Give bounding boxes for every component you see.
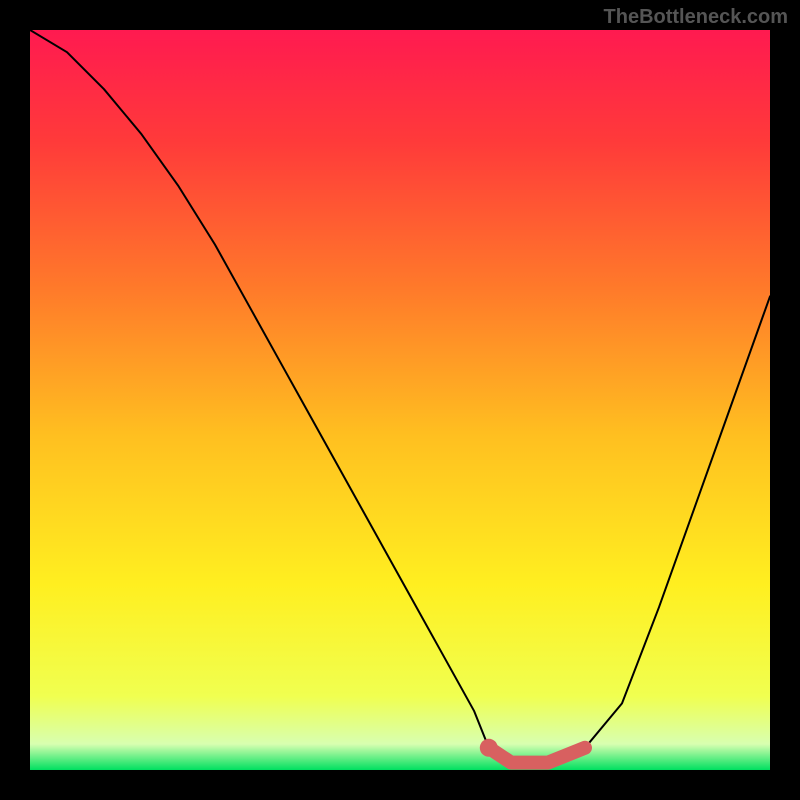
watermark-text: TheBottleneck.com xyxy=(604,6,788,29)
bottleneck-chart xyxy=(30,30,770,770)
gradient-background xyxy=(30,30,770,770)
chart-svg xyxy=(30,30,770,770)
optimal-start-dot-icon xyxy=(480,739,498,757)
